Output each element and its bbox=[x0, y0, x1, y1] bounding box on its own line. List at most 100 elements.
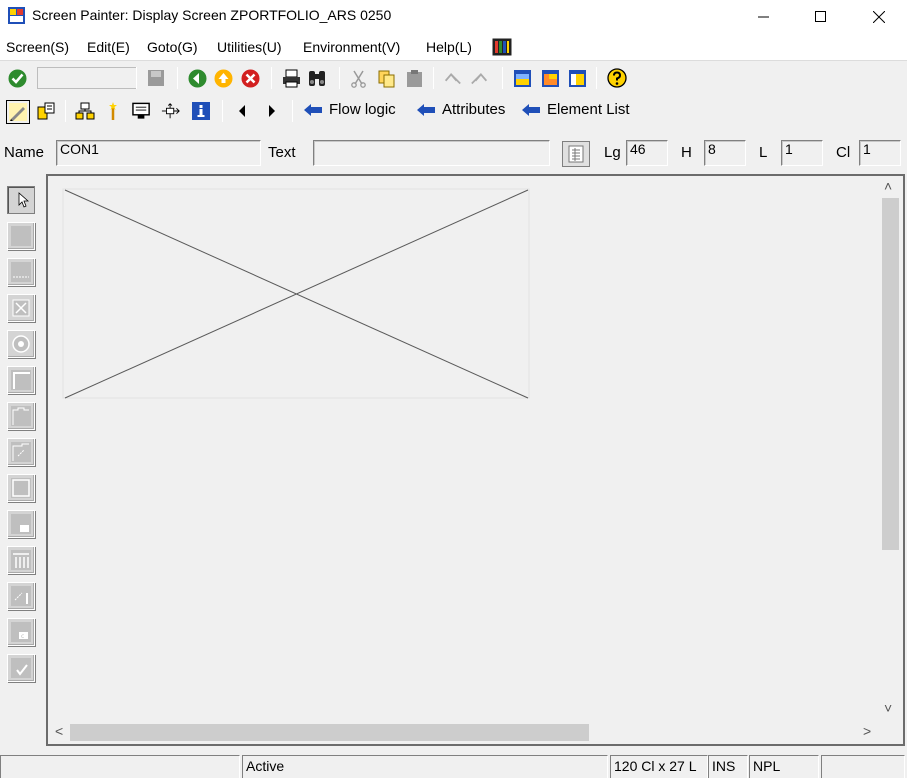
find-button[interactable] bbox=[307, 68, 327, 88]
enter-button[interactable] bbox=[7, 68, 27, 88]
attributes-link[interactable]: Attributes bbox=[416, 101, 505, 118]
arrow-left-icon bbox=[522, 103, 540, 116]
triangle-left-icon bbox=[239, 105, 245, 117]
line-label: L bbox=[759, 144, 768, 161]
next-button[interactable] bbox=[262, 101, 282, 121]
window-orange-icon bbox=[541, 69, 559, 87]
redo-icon bbox=[471, 72, 488, 84]
pointer-icon bbox=[18, 192, 29, 208]
custom-control-con1[interactable] bbox=[62, 188, 536, 400]
window-title: Screen Painter: Display Screen ZPORTFOLI… bbox=[32, 7, 392, 23]
menu-edit[interactable]: Edit(E) bbox=[87, 39, 130, 55]
palette-table-wizard[interactable] bbox=[7, 582, 35, 610]
window-blue-icon bbox=[513, 69, 531, 87]
length-field[interactable]: 46 bbox=[626, 140, 668, 166]
menu-screen[interactable]: Screen(S) bbox=[6, 39, 69, 55]
close-button[interactable] bbox=[856, 0, 902, 33]
save-button[interactable] bbox=[146, 68, 166, 88]
menu-environment[interactable]: Environment(V) bbox=[303, 39, 400, 55]
back-button[interactable] bbox=[187, 68, 207, 88]
height-field[interactable]: 8 bbox=[704, 140, 746, 166]
layout-editor-button[interactable] bbox=[132, 101, 152, 121]
command-field[interactable] bbox=[37, 67, 137, 89]
vertical-scroll-thumb[interactable] bbox=[882, 198, 899, 550]
flow-logic-link[interactable]: Flow logic bbox=[303, 101, 396, 118]
attributes-label: Attributes bbox=[442, 101, 506, 118]
check-button[interactable] bbox=[103, 101, 123, 121]
cut-button[interactable] bbox=[348, 68, 368, 88]
text-field-icon bbox=[11, 226, 31, 246]
activate-icon bbox=[37, 102, 55, 120]
information-button[interactable] bbox=[191, 101, 211, 121]
palette-text-field[interactable] bbox=[7, 222, 35, 250]
element-list-link[interactable]: Element List bbox=[521, 101, 630, 118]
scroll-up-arrow[interactable]: ˄ bbox=[884, 178, 892, 194]
status-system-info: NPL bbox=[749, 755, 819, 778]
redo-button[interactable] bbox=[470, 68, 490, 88]
document-list-icon bbox=[568, 145, 584, 163]
table-control-icon bbox=[11, 550, 31, 570]
palette-tabstrip[interactable] bbox=[7, 402, 35, 430]
shortcut-button[interactable] bbox=[540, 68, 560, 88]
minimize-button[interactable] bbox=[741, 0, 787, 33]
name-field[interactable]: CON1 bbox=[56, 140, 261, 166]
dictionary-button[interactable] bbox=[562, 141, 590, 167]
separator bbox=[339, 67, 340, 89]
text-label: Text bbox=[268, 144, 296, 161]
palette-checkbox[interactable] bbox=[7, 294, 35, 322]
palette-subscreen[interactable] bbox=[7, 474, 35, 502]
layout-button[interactable] bbox=[567, 68, 587, 88]
customize-layout-icon[interactable] bbox=[492, 38, 512, 56]
active-inactive-button[interactable] bbox=[36, 101, 56, 121]
screen-layout-icon bbox=[132, 102, 150, 119]
change-display-button[interactable] bbox=[6, 100, 30, 124]
exit-button[interactable] bbox=[213, 68, 233, 88]
sap-screen-painter-icon bbox=[8, 7, 25, 24]
hierarchy-button[interactable] bbox=[161, 101, 181, 121]
palette-pointer[interactable] bbox=[7, 186, 35, 214]
maximize-button[interactable] bbox=[798, 0, 844, 33]
palette-box[interactable] bbox=[7, 366, 35, 394]
maximize-icon bbox=[815, 10, 826, 22]
palette-tabstrip-wizard[interactable] bbox=[7, 438, 35, 466]
menu-utilities[interactable]: Utilities(U) bbox=[217, 39, 282, 55]
menu-goto[interactable]: Goto(G) bbox=[147, 39, 198, 55]
layout-canvas[interactable] bbox=[56, 182, 878, 722]
line-field[interactable]: 1 bbox=[781, 140, 823, 166]
scroll-left-arrow[interactable]: < bbox=[55, 723, 63, 739]
new-session-button[interactable] bbox=[512, 68, 532, 88]
palette-status-icon[interactable]: c bbox=[7, 618, 35, 646]
standard-toolbar bbox=[0, 62, 907, 94]
column-label: Cl bbox=[836, 144, 851, 161]
status-screen-size: 120 Cl x 27 L bbox=[610, 755, 708, 778]
column-field[interactable]: 1 bbox=[859, 140, 901, 166]
horizontal-scroll-thumb[interactable] bbox=[70, 724, 589, 741]
palette-table-control[interactable] bbox=[7, 546, 35, 574]
close-icon bbox=[873, 10, 885, 23]
scroll-right-arrow[interactable]: > bbox=[863, 723, 871, 739]
help-button[interactable] bbox=[607, 68, 627, 88]
copy-button[interactable] bbox=[376, 68, 396, 88]
palette-input-field[interactable] bbox=[7, 258, 35, 286]
previous-button[interactable] bbox=[232, 101, 252, 121]
separator bbox=[596, 67, 597, 89]
print-button[interactable] bbox=[281, 68, 301, 88]
triangle-right-icon bbox=[269, 105, 275, 117]
separator bbox=[177, 67, 178, 89]
undo-button[interactable] bbox=[442, 68, 462, 88]
subscreen-icon bbox=[11, 478, 31, 498]
menu-help[interactable]: Help(L) bbox=[426, 39, 472, 55]
text-field[interactable] bbox=[313, 140, 550, 166]
palette-radio-button[interactable] bbox=[7, 330, 35, 358]
separator bbox=[502, 67, 503, 89]
cancel-button[interactable] bbox=[240, 68, 260, 88]
palette-checkmark[interactable] bbox=[7, 654, 35, 682]
application-toolbar: Flow logic Attributes Element List bbox=[0, 95, 907, 127]
paste-button[interactable] bbox=[404, 68, 424, 88]
save-icon bbox=[148, 70, 164, 86]
other-object-button[interactable] bbox=[75, 101, 95, 121]
input-field-icon bbox=[11, 262, 31, 282]
scroll-down-arrow[interactable]: ˅ bbox=[884, 700, 892, 716]
palette-custom-control[interactable] bbox=[7, 510, 35, 538]
name-label: Name bbox=[4, 144, 45, 161]
